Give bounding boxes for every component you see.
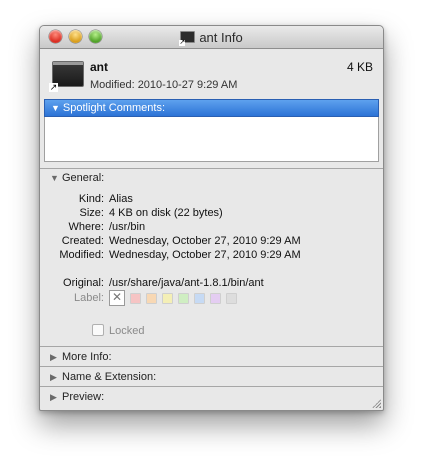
label-color-swatch[interactable] bbox=[194, 292, 205, 304]
label-color-swatch[interactable] bbox=[146, 292, 157, 304]
where-label: Where: bbox=[68, 221, 104, 233]
title-bar[interactable]: ↗ ant Info bbox=[40, 26, 383, 49]
created-row: Created: Wednesday, October 27, 2010 9:29… bbox=[42, 235, 301, 247]
alias-badge-icon: ↗ bbox=[49, 82, 58, 92]
kind-row: Kind: Alias bbox=[42, 193, 133, 205]
general-label: General: bbox=[62, 172, 105, 184]
disclosure-closed-icon: ▶ bbox=[50, 372, 57, 382]
size-label: Size: bbox=[79, 207, 104, 219]
terminal-file-icon: ↗ bbox=[49, 61, 84, 92]
file-size: 4 KB bbox=[346, 60, 373, 74]
locked-label: Locked bbox=[109, 325, 145, 337]
label-color-swatch[interactable] bbox=[130, 292, 141, 304]
label-label: Label: bbox=[74, 291, 104, 304]
alias-arrow-icon: ↗ bbox=[179, 39, 186, 46]
label-color-swatch[interactable] bbox=[210, 292, 221, 304]
terminal-alias-icon: ↗ bbox=[179, 31, 196, 46]
spotlight-comments-section: ▼ Spotlight Comments: bbox=[44, 99, 379, 163]
disclosure-open-icon: ▼ bbox=[51, 103, 60, 113]
spotlight-comments-label: Spotlight Comments: bbox=[62, 102, 166, 114]
divider bbox=[40, 346, 383, 347]
divider bbox=[40, 386, 383, 387]
modified-label: Modified: bbox=[59, 249, 104, 261]
label-row: Label: ✕ bbox=[42, 290, 242, 306]
locked-checkbox[interactable] bbox=[92, 324, 104, 336]
original-value: /usr/share/java/ant-1.8.1/bin/ant bbox=[109, 277, 264, 289]
name-extension-section-header[interactable]: ▶ Name & Extension: bbox=[50, 371, 156, 383]
info-window: ↗ ant Info ↗ ant 4 KB Modified: 2010-10-… bbox=[39, 25, 384, 411]
more-info-section-header[interactable]: ▶ More Info: bbox=[50, 351, 112, 363]
disclosure-closed-icon: ▶ bbox=[50, 352, 57, 362]
label-color-swatch[interactable] bbox=[178, 292, 189, 304]
locked-row: Locked bbox=[92, 324, 144, 337]
divider bbox=[40, 366, 383, 367]
disclosure-closed-icon: ▶ bbox=[50, 392, 57, 402]
divider bbox=[40, 168, 383, 169]
created-label: Created: bbox=[61, 235, 104, 247]
modified-value: Wednesday, October 27, 2010 9:29 AM bbox=[109, 249, 301, 261]
label-color-swatch[interactable] bbox=[226, 292, 237, 304]
spotlight-comments-field[interactable] bbox=[44, 117, 379, 162]
label-swatches: ✕ bbox=[109, 290, 242, 306]
file-header: ↗ ant 4 KB Modified: 2010-10-27 9:29 AM bbox=[40, 49, 383, 97]
original-label: Original: bbox=[63, 277, 104, 289]
original-row: Original: /usr/share/java/ant-1.8.1/bin/a… bbox=[42, 277, 264, 289]
created-value: Wednesday, October 27, 2010 9:29 AM bbox=[109, 235, 301, 247]
more-info-label: More Info: bbox=[62, 351, 112, 363]
kind-label: Kind: bbox=[78, 193, 104, 205]
preview-section-header[interactable]: ▶ Preview: bbox=[50, 391, 104, 403]
window-title-area: ↗ ant Info bbox=[40, 30, 383, 46]
file-modified: Modified: 2010-10-27 9:29 AM bbox=[90, 79, 238, 91]
resize-grip-icon[interactable] bbox=[371, 398, 381, 408]
where-value: /usr/bin bbox=[109, 221, 146, 233]
size-value: 4 KB on disk (22 bytes) bbox=[109, 207, 223, 219]
kind-value: Alias bbox=[109, 193, 133, 205]
window-title: ant Info bbox=[199, 30, 243, 45]
spotlight-comments-header[interactable]: ▼ Spotlight Comments: bbox=[44, 99, 379, 117]
modified-row: Modified: Wednesday, October 27, 2010 9:2… bbox=[42, 249, 301, 261]
name-extension-label: Name & Extension: bbox=[62, 371, 157, 383]
no-label-button[interactable]: ✕ bbox=[109, 290, 125, 306]
label-color-swatch[interactable] bbox=[162, 292, 173, 304]
file-name: ant bbox=[90, 60, 108, 74]
preview-label: Preview: bbox=[62, 391, 105, 403]
disclosure-open-icon: ▼ bbox=[50, 173, 59, 183]
size-row: Size: 4 KB on disk (22 bytes) bbox=[42, 207, 223, 219]
general-section-header[interactable]: ▼ General: bbox=[50, 172, 104, 184]
where-row: Where: /usr/bin bbox=[42, 221, 146, 233]
